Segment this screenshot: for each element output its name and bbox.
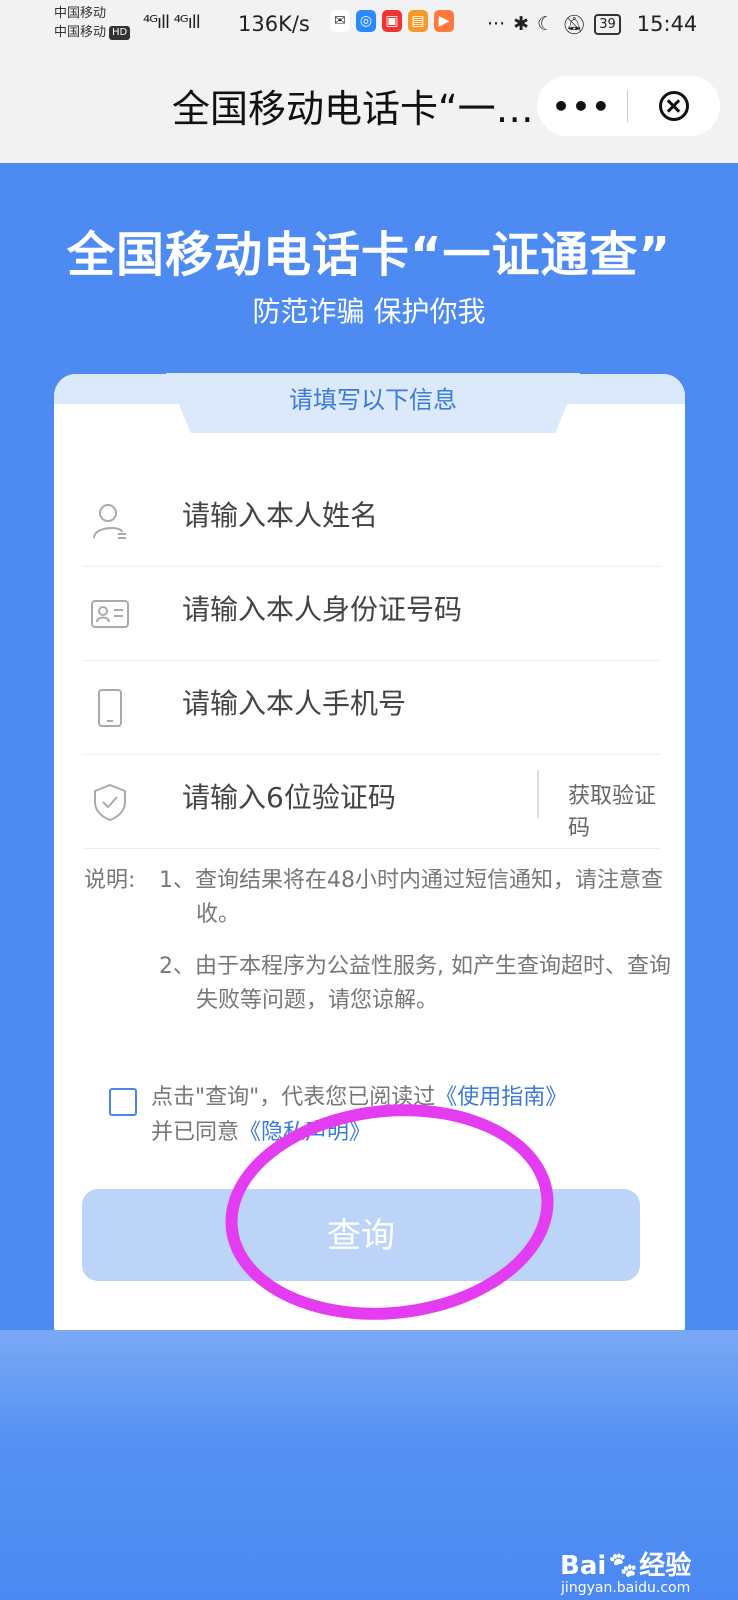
hero-title: 全国移动电话卡“一证通查” xyxy=(66,227,672,283)
battery-icon: 39 xyxy=(594,13,621,35)
guide-link[interactable]: 《使用指南》 xyxy=(435,1085,567,1110)
app-red-icon: ▣ xyxy=(382,10,402,32)
hd-badge: HD xyxy=(109,26,131,40)
name-input-placeholder: 请输入本人姓名 xyxy=(182,499,379,532)
more-notifications-icon: ··· xyxy=(487,13,506,35)
page-title: 全国移动电话卡“一… xyxy=(172,87,534,131)
phone-field[interactable]: 请输入本人手机号 xyxy=(82,660,660,755)
signal-icon: ⁴ᴳıll ⁴ᴳıll xyxy=(143,12,201,33)
notification-icons: ✉ ◎ ▣ ▤ ▶ xyxy=(330,10,454,32)
hero-subtitle: 防范诈骗 保护你我 xyxy=(252,295,486,328)
capsule-menu: ••• xyxy=(537,76,720,136)
shield-icon xyxy=(94,783,126,822)
phone-input-placeholder: 请输入本人手机号 xyxy=(182,687,407,720)
network-speed: 136K/s xyxy=(238,12,310,36)
status-right: ··· ✱ ☾ 🔕︎ 39 15:44 xyxy=(487,12,697,36)
close-button[interactable] xyxy=(628,91,720,121)
verification-code-field[interactable]: 请输入6位验证码 获取验证码 xyxy=(82,754,660,849)
moon-icon: ☾ xyxy=(537,13,555,35)
code-input-placeholder: 请输入6位验证码 xyxy=(182,781,396,814)
video-icon: ▶ xyxy=(434,10,454,32)
browser-icon: ◎ xyxy=(356,10,376,32)
get-code-button[interactable]: 获取验证码 xyxy=(568,778,660,842)
carrier-1: 中国移动 xyxy=(54,6,107,21)
user-icon xyxy=(93,504,126,539)
name-field[interactable]: 请输入本人姓名 xyxy=(82,472,660,567)
code-divider xyxy=(537,770,539,818)
mute-icon: 🔕︎ xyxy=(562,13,587,36)
paw-icon: 🐾︎ xyxy=(606,1551,640,1581)
id-number-field[interactable]: 请输入本人身份证号码 xyxy=(82,566,660,661)
bluetooth-icon: ✱ xyxy=(513,13,530,35)
id-input-placeholder: 请输入本人身份证号码 xyxy=(182,593,463,626)
carrier-info: 中国移动 中国移动 HD xyxy=(54,4,131,42)
watermark-brand2: 经验 xyxy=(639,1551,692,1581)
note-2: 2、由于本程序为公益性服务, 如产生查询超时、查询失败等问题，请您谅解。 xyxy=(159,954,671,1013)
watermark-brand: Bai xyxy=(560,1551,607,1581)
status-bar: 中国移动 中国移动 HD ⁴ᴳıll ⁴ᴳıll 136K/s ✉ ◎ ▣ ▤ ▶… xyxy=(0,0,738,50)
id-card-icon xyxy=(91,600,129,628)
clock: 15:44 xyxy=(636,12,698,36)
baidu-watermark: Bai🐾︎经验 jingyan.baidu.com xyxy=(560,1545,691,1596)
agree-checkbox[interactable] xyxy=(109,1088,137,1116)
more-icon[interactable]: ••• xyxy=(537,90,627,123)
phone-icon xyxy=(98,689,122,727)
wechat-icon: ✉ xyxy=(330,10,350,32)
mini-program-nav-bar: 全国移动电话卡“一… ••• xyxy=(0,50,738,163)
app-orange-icon: ▤ xyxy=(408,10,428,32)
note-1: 1、查询结果将在48小时内通过短信通知，请注意查收。 xyxy=(159,868,663,927)
card-header: 请填写以下信息 xyxy=(166,373,580,433)
close-icon xyxy=(659,91,689,121)
notes-label: 说明: xyxy=(84,868,136,893)
carrier-2: 中国移动 xyxy=(54,25,107,40)
agree-mid: 并已同意 xyxy=(151,1120,240,1145)
watermark-site: jingyan.baidu.com xyxy=(561,1580,691,1596)
